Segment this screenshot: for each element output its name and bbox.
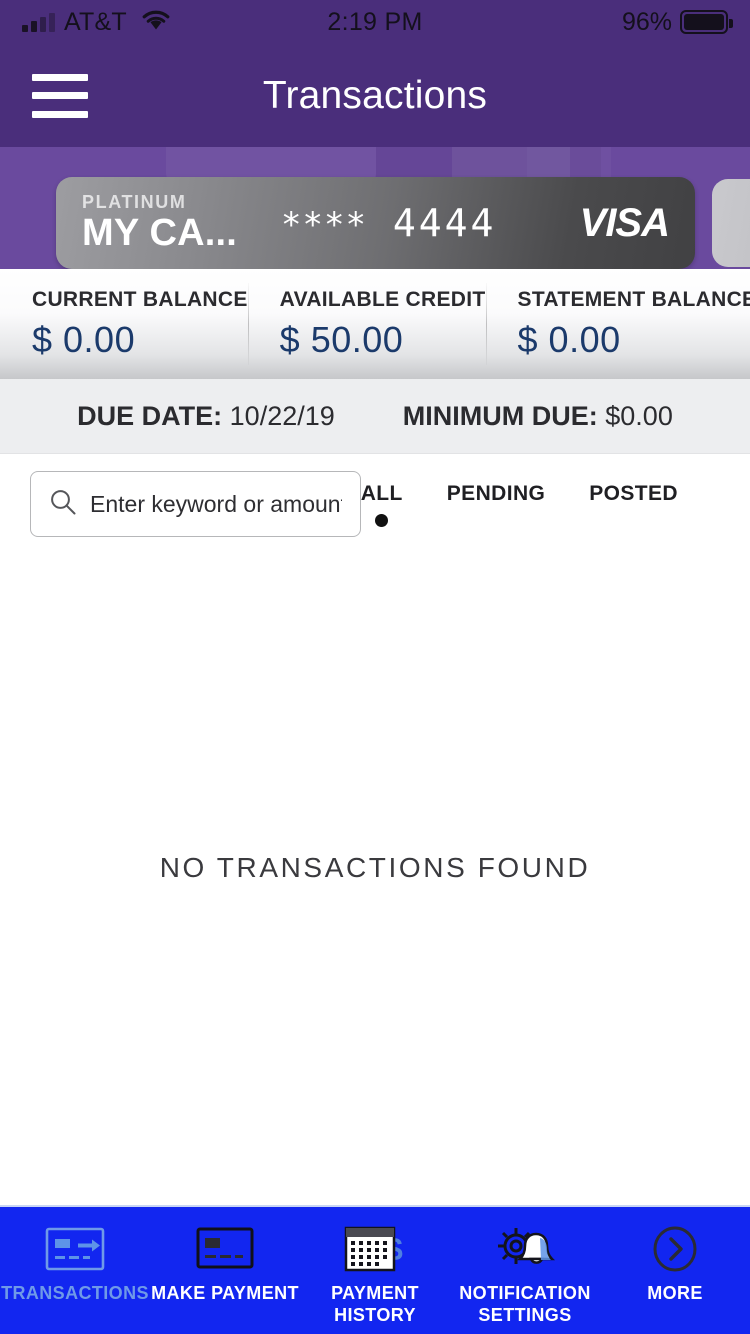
nav-item-make-payment[interactable]: MAKE PAYMENT: [150, 1207, 300, 1305]
empty-state-message: NO TRANSACTIONS FOUND: [159, 852, 591, 883]
balance-label: AVAILABLE CREDIT: [279, 287, 486, 311]
minimum-due-label: MINIMUM DUE:: [402, 400, 598, 431]
filter-tab-pending[interactable]: PENDING: [447, 482, 545, 527]
nav-item-payment-history[interactable]: $ PAYMENT HISTORY: [300, 1207, 450, 1327]
credit-card-tile[interactable]: PLATINUM MY CA... **** 4444 VISA: [56, 177, 695, 269]
nav-label: PAYMENT HISTORY: [331, 1283, 419, 1325]
search-box[interactable]: [30, 471, 361, 537]
search-filter-row: ALL PENDING POSTED: [0, 454, 750, 554]
balance-value: $ 0.00: [32, 318, 136, 360]
balance-cell-current: CURRENT BALANCE $ 0.00: [0, 283, 248, 365]
balance-label: CURRENT BALANCE: [32, 287, 248, 311]
page-title: Transactions: [262, 73, 488, 117]
balance-cell-statement: STATEMENT BALANCE $ 0.00: [485, 283, 750, 365]
nav-item-notification-settings[interactable]: NOTIFICATION SETTINGS: [450, 1207, 600, 1327]
transaction-list-area: NO TRANSACTIONS FOUND: [0, 554, 750, 1202]
card-number: **** 4444: [281, 201, 496, 245]
app-header: Transactions: [0, 44, 750, 147]
filter-tab-posted[interactable]: POSTED: [589, 482, 678, 527]
carrier-label: AT&T: [64, 7, 127, 36]
balance-value: $ 50.00: [279, 318, 404, 360]
card-last-four: 4444: [392, 201, 497, 245]
calendar-dollar-icon: $: [343, 1223, 407, 1275]
transaction-filters: ALL PENDING POSTED: [361, 482, 720, 527]
status-bar-left: AT&T: [22, 8, 171, 37]
gear-bell-icon: [492, 1223, 558, 1275]
next-card-tile[interactable]: [712, 179, 750, 267]
card-nickname-label: MY CA...: [82, 211, 238, 254]
wifi-icon: [141, 9, 171, 36]
search-icon: [49, 488, 77, 521]
filter-selected-indicator: [375, 513, 389, 527]
search-input[interactable]: [90, 490, 342, 518]
filter-tab-all[interactable]: ALL: [361, 482, 403, 527]
card-tier-label: PLATINUM: [82, 191, 187, 212]
nav-label: MAKE PAYMENT: [151, 1283, 299, 1303]
card-carousel[interactable]: PLATINUM MY CA... **** 4444 VISA: [0, 147, 750, 269]
nav-label: MORE: [647, 1283, 703, 1303]
minimum-due: MINIMUM DUE: $0.00: [403, 401, 673, 432]
battery-percent-label: 96%: [621, 7, 672, 36]
visa-logo: VISA: [579, 200, 670, 245]
nav-item-transactions[interactable]: TRANSACTIONS: [0, 1207, 150, 1305]
nav-label: NOTIFICATION SETTINGS: [459, 1283, 591, 1325]
status-bar: AT&T 2:19 PM 96%: [0, 0, 750, 44]
bottom-navigation-bar: TRANSACTIONS MAKE PAYMENT $: [0, 1205, 750, 1334]
balance-cell-available-credit: AVAILABLE CREDIT $ 50.00: [247, 283, 486, 365]
due-date-label: DUE DATE:: [77, 400, 223, 431]
due-summary-bar: DUE DATE: 10/22/19 MINIMUM DUE: $0.00: [0, 379, 750, 454]
due-date-value: 10/22/19: [229, 400, 335, 431]
nav-item-more[interactable]: MORE: [600, 1207, 750, 1305]
due-date: DUE DATE: 10/22/19: [77, 401, 335, 432]
signal-bars-icon: [22, 12, 55, 32]
filter-label: PENDING: [446, 481, 546, 505]
credit-card-icon: [196, 1223, 254, 1275]
balance-label: STATEMENT BALANCE: [517, 287, 750, 311]
card-arrow-icon: [45, 1223, 105, 1275]
chevron-right-circle-icon: [651, 1223, 699, 1275]
filter-label: POSTED: [589, 481, 678, 505]
nav-label: TRANSACTIONS: [1, 1283, 149, 1303]
card-mask: ****: [281, 205, 367, 245]
minimum-due-value: $0.00: [605, 400, 673, 431]
filter-label: ALL: [360, 481, 403, 505]
card-identity: PLATINUM MY CA...: [82, 193, 237, 254]
balance-value: $ 0.00: [517, 318, 621, 360]
hamburger-menu-icon[interactable]: [32, 73, 88, 118]
status-bar-right: 96%: [621, 7, 733, 37]
battery-icon: [680, 10, 733, 34]
balance-summary: CURRENT BALANCE $ 0.00 AVAILABLE CREDIT …: [0, 269, 750, 379]
